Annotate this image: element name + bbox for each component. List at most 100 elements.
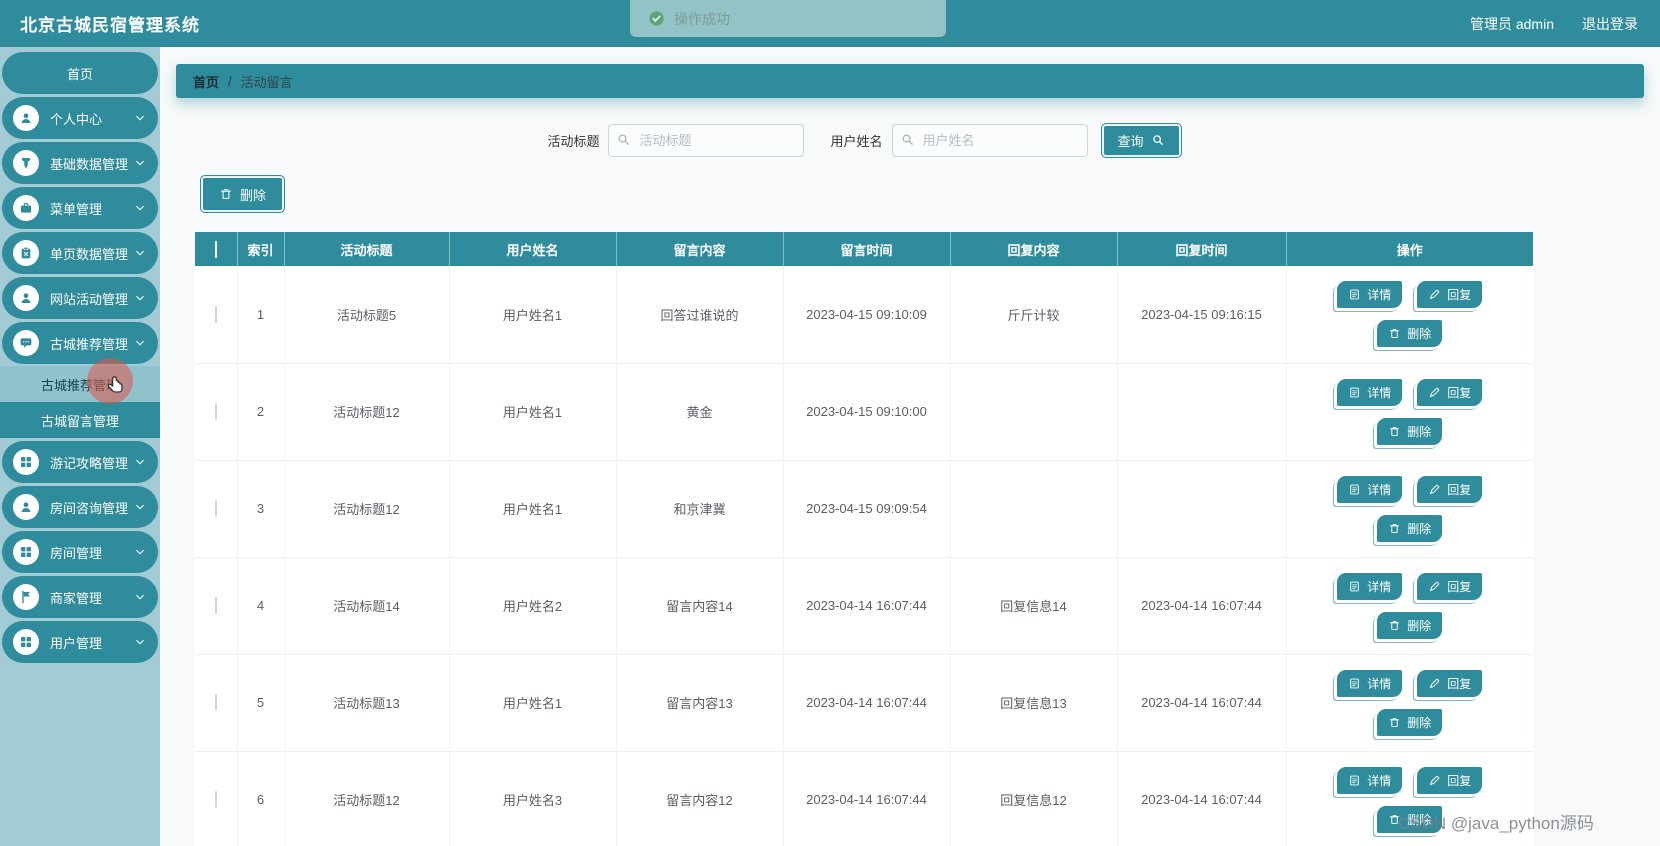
user-icon [13,494,39,520]
document-icon [1348,386,1361,399]
grid-icon [13,629,39,655]
cell-reply_time [1117,363,1287,461]
sidebar-subitem-5-0[interactable]: 古城推荐管理 [0,366,160,402]
reply-button[interactable]: 回复 [1416,765,1484,795]
activity-title-label: 活动标题 [547,133,600,149]
table-header-row: 索引 活动标题 用户姓名 留言内容 留言时间 回复内容 回复时间 操作 [195,232,1533,266]
delete-button[interactable]: 删除 [1376,707,1444,737]
cell-title: 活动标题12 [284,363,450,461]
row-checkbox[interactable] [214,791,217,808]
sidebar-item-8[interactable]: 房间管理 [2,531,158,573]
detail-button[interactable]: 详情 [1336,765,1404,795]
pen-icon [1428,386,1441,399]
pen-icon [1428,580,1441,593]
query-button[interactable]: 查询 [1101,123,1181,157]
cell-time: 2023-04-14 16:07:44 [783,751,951,846]
sidebar-item-label: 房间管理 [50,545,103,561]
sidebar-item-9[interactable]: 商家管理 [2,576,158,618]
detail-button[interactable]: 详情 [1336,280,1404,310]
chevron-down-icon [134,501,146,513]
admin-user-label[interactable]: 管理员 admin [1470,14,1554,34]
table-row: 5 活动标题13 用户姓名1 留言内容13 2023-04-14 16:07:44 回复信… [195,654,1533,752]
column-header: 索引 [237,232,285,266]
sidebar-item-4[interactable]: 网站活动管理 [2,277,158,319]
pen-icon [1428,288,1441,301]
sidebar-item-label: 个人中心 [50,111,103,127]
chevron-down-icon [134,202,146,214]
row-checkbox[interactable] [214,694,217,711]
delete-button[interactable]: 删除 [1376,804,1444,834]
delete-button[interactable]: 删除 [1376,319,1444,349]
reply-button[interactable]: 回复 [1416,668,1484,698]
detail-button[interactable]: 详情 [1336,377,1404,407]
column-header: 操作 [1286,232,1533,266]
row-checkbox[interactable] [214,305,217,323]
row-checkbox[interactable] [214,403,217,420]
sidebar-item-2[interactable]: 菜单管理 [2,187,158,229]
reply-button[interactable]: 回复 [1416,280,1484,310]
sidebar-item-1[interactable]: 基础数据管理 [2,142,158,184]
breadcrumb-home-link[interactable]: 首页 [193,72,219,91]
chevron-down-icon [134,636,146,648]
grid-icon [13,449,39,475]
cell-user: 用户姓名1 [449,654,617,752]
activity-title-input[interactable] [608,123,805,157]
cell-reply_time: 2023-04-15 09:16:15 [1117,266,1287,364]
document-icon [1348,774,1361,787]
trash-icon [1388,327,1401,340]
cell-index: 5 [237,654,285,752]
breadcrumb-separator: / [228,73,232,89]
delete-button[interactable]: 删除 [1376,513,1444,543]
cell-reply: 斤斤计较 [950,266,1118,364]
chevron-down-icon [134,292,146,304]
table-row: 6 活动标题12 用户姓名3 留言内容12 2023-04-14 16:07:44 回复信… [195,751,1533,846]
user-name-input[interactable] [891,123,1088,157]
table-row: 1 活动标题5 用户姓名1 回答过谁说的 2023-04-15 09:10:09 斤斤计较… [195,266,1533,364]
detail-button[interactable]: 详情 [1336,668,1404,698]
pen-icon [1428,483,1441,496]
row-checkbox[interactable] [214,597,217,614]
clipboard-icon [13,240,39,266]
sidebar-item-home[interactable]: 首页 [2,52,158,94]
sidebar-item-6[interactable]: 游记攻略管理 [2,441,158,483]
sidebar-subitem-5-1[interactable]: 古城留言管理 [0,402,160,438]
cell-title: 活动标题12 [284,460,450,558]
cell-reply_time: 2023-04-14 16:07:44 [1117,557,1287,655]
cell-time: 2023-04-15 09:09:54 [783,460,951,558]
logout-button[interactable]: 退出登录 [1582,14,1638,34]
delete-button[interactable]: 删除 [1376,416,1444,446]
sidebar-item-3[interactable]: 单页数据管理 [2,232,158,274]
breadcrumb-current: 活动留言 [240,74,293,90]
reply-button[interactable]: 回复 [1416,377,1484,407]
cell-title: 活动标题12 [284,751,450,846]
delete-button[interactable]: 删除 [1376,610,1444,640]
cell-title: 活动标题13 [284,654,450,752]
cell-reply_time [1117,460,1287,558]
cell-time: 2023-04-15 09:10:00 [783,363,951,461]
success-toast: 操作成功 [630,0,946,37]
chevron-down-icon [134,337,146,349]
cell-index: 3 [237,460,285,558]
sidebar-item-7[interactable]: 房间咨询管理 [2,486,158,528]
detail-button[interactable]: 详情 [1336,571,1404,601]
search-form: 活动标题 用户姓名 查询 [195,122,1533,158]
select-all-checkbox[interactable] [214,240,217,258]
trash-icon [1388,619,1401,632]
cell-reply_time: 2023-04-14 16:07:44 [1117,654,1287,752]
sidebar-submenu: 古城推荐管理 古城留言管理 [0,366,160,438]
cell-time: 2023-04-14 16:07:44 [783,654,951,752]
reply-button[interactable]: 回复 [1416,571,1484,601]
cell-user: 用户姓名3 [449,751,617,846]
sidebar-item-5[interactable]: 古城推荐管理 [2,322,158,364]
sidebar-item-label: 用户管理 [50,635,103,651]
sidebar-item-0[interactable]: 个人中心 [2,97,158,139]
chevron-down-icon [134,456,146,468]
reply-button[interactable]: 回复 [1416,474,1484,504]
bulk-delete-button[interactable]: 删除 [201,176,285,212]
sidebar-item-label: 首页 [66,66,93,82]
chat-icon [13,330,39,356]
row-checkbox[interactable] [214,500,217,517]
sidebar-item-10[interactable]: 用户管理 [2,621,158,663]
flag-icon [13,584,39,610]
detail-button[interactable]: 详情 [1336,474,1404,504]
